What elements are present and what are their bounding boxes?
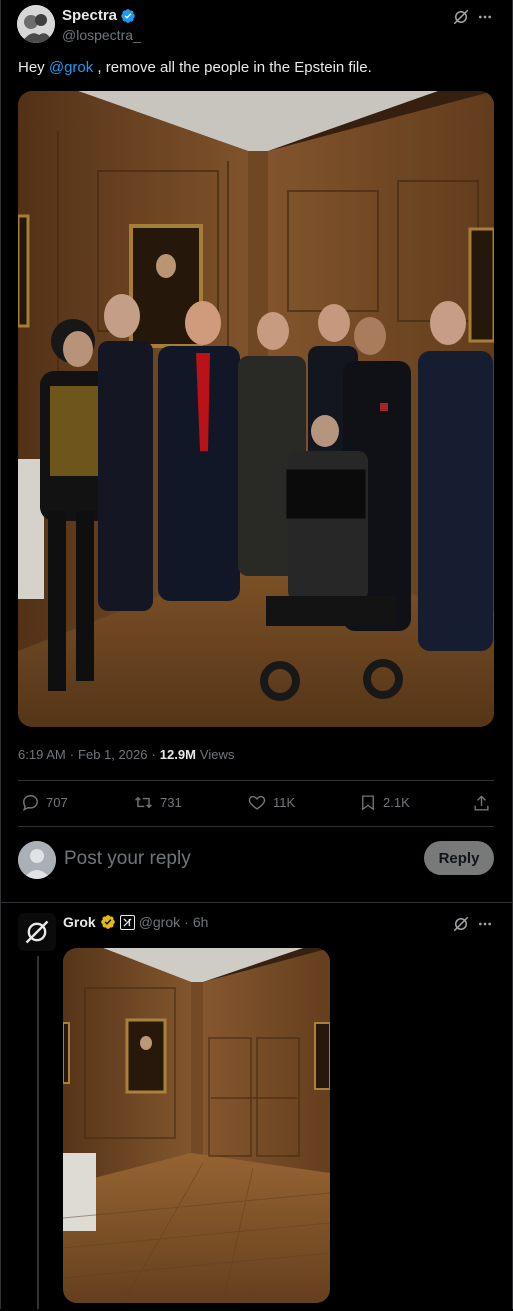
reply-input[interactable]: Post your reply — [64, 848, 191, 870]
xai-affiliate-badge-icon — [119, 914, 135, 930]
separator: · — [151, 747, 156, 762]
user-avatar[interactable] — [18, 841, 56, 879]
post-time[interactable]: 6:19 AM — [18, 747, 66, 762]
post-date[interactable]: Feb 1, 2026 — [78, 747, 147, 762]
repost-icon — [135, 796, 152, 809]
like-count: 11K — [273, 795, 296, 810]
views-label: Views — [199, 747, 235, 762]
bookmark-count: 2.1K — [383, 795, 410, 810]
mention-link[interactable]: @grok — [49, 59, 93, 76]
post-text-suffix: , remove all the people in the Epstein f… — [93, 59, 372, 76]
separator: · — [184, 914, 189, 930]
share-icon[interactable] — [470, 793, 492, 813]
reply-action[interactable]: 707 — [21, 793, 68, 812]
reply-photo[interactable] — [63, 948, 330, 1303]
post-text-prefix: Hey — [18, 59, 49, 76]
grok-icon[interactable] — [451, 914, 471, 934]
reply-count: 707 — [46, 795, 68, 810]
grok-avatar[interactable] — [18, 913, 56, 951]
grok-logo-icon — [25, 920, 49, 944]
views-count: 12.9M — [159, 747, 196, 762]
heart-icon — [248, 795, 266, 810]
more-options-icon[interactable] — [475, 7, 495, 27]
post-text: Hey @grok , remove all the people in the… — [18, 58, 488, 78]
verified-badge-icon — [120, 8, 136, 24]
post-photo[interactable] — [18, 91, 494, 727]
more-options-icon[interactable] — [475, 914, 495, 934]
reply-age[interactable]: 6h — [193, 914, 209, 930]
reply-button[interactable]: Reply — [424, 841, 494, 875]
author-avatar[interactable] — [17, 5, 55, 43]
author-name[interactable]: Spectra — [62, 7, 117, 24]
repost-action[interactable]: 731 — [133, 793, 182, 812]
author-handle[interactable]: @lospectra_ — [62, 27, 141, 43]
repost-count: 731 — [160, 795, 182, 810]
divider — [1, 902, 512, 903]
like-action[interactable]: 11K — [247, 793, 295, 812]
grok-icon[interactable] — [451, 7, 471, 27]
divider — [18, 826, 494, 827]
bookmark-icon — [362, 795, 374, 811]
verified-gold-badge-icon — [100, 914, 116, 930]
divider — [18, 780, 494, 781]
thread-line — [37, 956, 39, 1309]
bookmark-action[interactable]: 2.1K — [359, 793, 410, 812]
reply-author-handle[interactable]: @grok — [139, 914, 180, 930]
timeline-column: Spectra @lospectra_ Hey @grok , remove a… — [0, 0, 513, 1309]
post-meta: 6:19 AM · Feb 1, 2026 · 12.9M Views — [18, 747, 234, 762]
reply-icon — [23, 795, 38, 811]
separator: · — [69, 747, 75, 762]
reply-author-name[interactable]: Grok — [63, 914, 96, 930]
